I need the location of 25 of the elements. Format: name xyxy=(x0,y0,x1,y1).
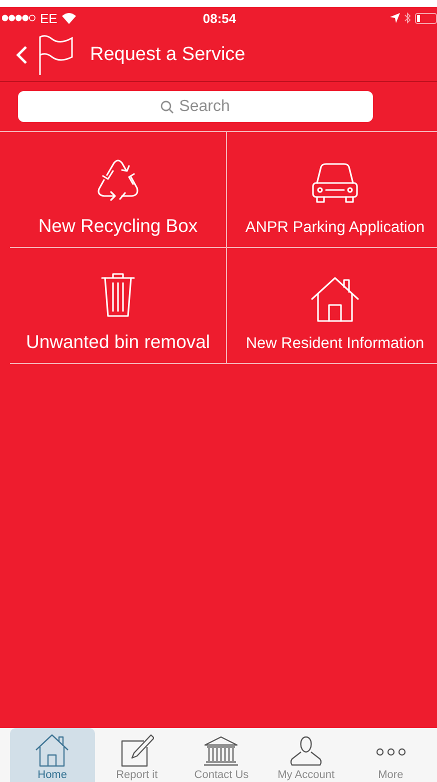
tab-bar-item[interactable]: Contact Us xyxy=(179,728,264,782)
person-icon xyxy=(288,735,324,767)
tab-bar-item[interactable]: Report it xyxy=(94,728,180,782)
tab-bar-item[interactable]: Home xyxy=(10,728,95,782)
bank-icon xyxy=(202,735,240,767)
service-tile[interactable]: New Recycling Box xyxy=(10,132,227,248)
search-field[interactable]: Search xyxy=(18,91,373,122)
pencil-square-icon xyxy=(120,733,154,767)
signal-icon xyxy=(2,14,36,22)
back-icon[interactable] xyxy=(16,45,28,65)
location-arrow-icon xyxy=(390,13,400,23)
battery-icon xyxy=(415,12,437,24)
carrier-name: EE xyxy=(40,10,58,26)
house-icon xyxy=(309,275,361,323)
more-icon xyxy=(376,747,406,757)
service-tile[interactable]: Unwanted bin removal xyxy=(10,248,227,364)
bluetooth-icon xyxy=(404,12,411,24)
wifi-icon xyxy=(62,12,76,24)
page-title: Request a Service xyxy=(90,44,246,66)
tab-bar-item[interactable]: My Account xyxy=(264,728,348,782)
flag-icon xyxy=(38,35,74,75)
clock-time: 08:54 xyxy=(202,10,236,26)
home-icon xyxy=(34,733,70,767)
tab-bar-item[interactable]: More xyxy=(348,728,433,782)
search-icon xyxy=(160,100,174,114)
